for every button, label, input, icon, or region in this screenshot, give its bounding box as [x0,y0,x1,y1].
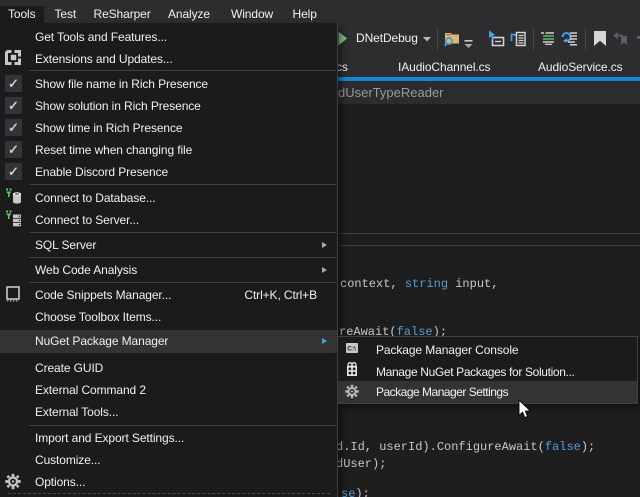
svg-text:C:\: C:\ [347,346,356,353]
